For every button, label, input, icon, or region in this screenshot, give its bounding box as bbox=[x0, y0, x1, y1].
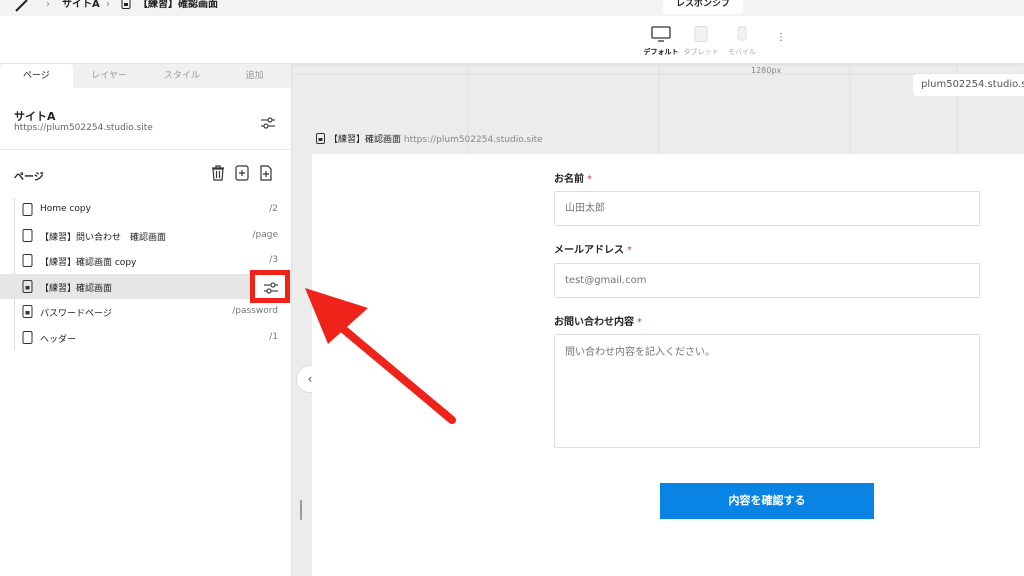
email-label: メールアドレス * bbox=[554, 245, 632, 256]
page-settings-button[interactable] bbox=[250, 269, 290, 303]
page-path: /page bbox=[252, 229, 278, 240]
breadcrumb: › サイトA › 【練習】確認画面 bbox=[0, 0, 1024, 16]
site-url-chip[interactable]: plum502254.studio.site bbox=[913, 74, 1024, 96]
page-icon bbox=[22, 254, 33, 267]
page-name: パスワードページ bbox=[40, 309, 112, 319]
page-path: /password bbox=[232, 306, 278, 316]
page-item[interactable]: Home copy /2 bbox=[0, 197, 292, 223]
page-name: ヘッダー bbox=[40, 334, 77, 345]
trash-icon[interactable] bbox=[210, 164, 226, 182]
page-item[interactable]: 【練習】問い合わせ 確認画面 /page bbox=[0, 223, 292, 249]
page-lock-icon bbox=[121, 0, 131, 9]
page-item-selected[interactable]: 【練習】確認画面 bbox=[0, 269, 292, 303]
page-name: 【練習】確認画面 copy bbox=[40, 258, 137, 268]
site-url: https://plum502254.studio.site bbox=[14, 123, 153, 133]
page-lock-icon bbox=[22, 279, 33, 293]
tablet-icon bbox=[694, 26, 708, 42]
page-settings-icon bbox=[264, 281, 278, 294]
frame-url: https://plum502254.studio.site bbox=[403, 135, 543, 145]
tab-pages[interactable]: ページ bbox=[0, 64, 73, 88]
page-item[interactable]: ヘッダー /1 bbox=[0, 325, 292, 351]
page-path: /2 bbox=[269, 204, 278, 214]
annotation-arrow-icon bbox=[305, 288, 456, 424]
device-mobile[interactable]: モバイル bbox=[724, 26, 760, 57]
page-item[interactable]: パスワードページ /password bbox=[0, 299, 292, 325]
tab-layers[interactable]: レイヤー bbox=[73, 64, 146, 88]
page-path: /1 bbox=[269, 331, 278, 342]
left-panel: ページ レイヤー スタイル 追加 サイトA https://plum502254… bbox=[0, 64, 292, 576]
message-label: お問い合わせ内容 * bbox=[554, 317, 642, 328]
device-label: デフォルト bbox=[643, 48, 679, 56]
add-page-icon[interactable] bbox=[258, 164, 274, 182]
pages-heading: ページ bbox=[14, 172, 44, 183]
site-name: サイトA bbox=[14, 110, 56, 123]
email-input[interactable] bbox=[554, 263, 980, 298]
site-info: サイトA https://plum502254.studio.site bbox=[0, 88, 292, 150]
page-name: Home copy bbox=[40, 204, 91, 214]
add-folder-icon[interactable] bbox=[234, 164, 250, 182]
frame-page-name: 【練習】確認画面 bbox=[329, 135, 402, 145]
page-name: 【練習】問い合わせ 確認画面 bbox=[40, 232, 167, 243]
resize-handle[interactable] bbox=[300, 500, 302, 520]
page-item[interactable]: 【練習】確認画面 copy /3 bbox=[0, 248, 292, 274]
tab-add[interactable]: 追加 bbox=[218, 64, 291, 88]
device-tablet[interactable]: タブレット bbox=[682, 26, 720, 57]
page-icon bbox=[22, 330, 33, 344]
site-settings-icon[interactable] bbox=[259, 114, 277, 132]
page-lock-icon bbox=[316, 133, 325, 144]
breadcrumb-site[interactable]: サイトA bbox=[62, 0, 100, 10]
canvas-width-label: 1280px bbox=[751, 66, 782, 75]
top-toolbar: › サイトA › 【練習】確認画面 レスポンシブ デフォルト タブレット モバイ… bbox=[0, 0, 1024, 64]
name-input[interactable] bbox=[554, 191, 980, 226]
page-name: 【練習】確認画面 bbox=[40, 283, 113, 294]
pencil-icon[interactable] bbox=[14, 0, 30, 12]
responsive-tab[interactable]: レスポンシブ bbox=[663, 0, 743, 14]
device-label: モバイル bbox=[728, 48, 756, 56]
tab-style[interactable]: スタイル bbox=[146, 64, 219, 88]
name-label: お名前 * bbox=[554, 174, 592, 185]
frame-title[interactable]: 【練習】確認画面 https://plum502254.studio.site bbox=[316, 132, 543, 145]
page-path: /3 bbox=[269, 255, 278, 265]
mobile-icon bbox=[737, 26, 747, 41]
page-icon bbox=[22, 203, 33, 216]
chevron-right-icon: › bbox=[106, 0, 110, 10]
page-list: Home copy /2 【練習】問い合わせ 確認画面 /page 【練習】確認… bbox=[0, 197, 292, 350]
page-lock-icon bbox=[22, 305, 33, 318]
device-default[interactable]: デフォルト bbox=[640, 26, 682, 57]
chevron-right-icon: › bbox=[46, 0, 50, 10]
panel-tabs: ページ レイヤー スタイル 追加 bbox=[0, 64, 291, 88]
desktop-icon bbox=[651, 26, 671, 42]
breadcrumb-page[interactable]: 【練習】確認画面 bbox=[138, 0, 218, 10]
device-label: タブレット bbox=[683, 48, 719, 56]
message-textarea[interactable] bbox=[554, 334, 980, 448]
confirm-button[interactable]: 内容を確認する bbox=[660, 483, 874, 519]
more-options-icon[interactable]: ⋮ bbox=[776, 32, 786, 43]
page-icon bbox=[22, 228, 33, 242]
